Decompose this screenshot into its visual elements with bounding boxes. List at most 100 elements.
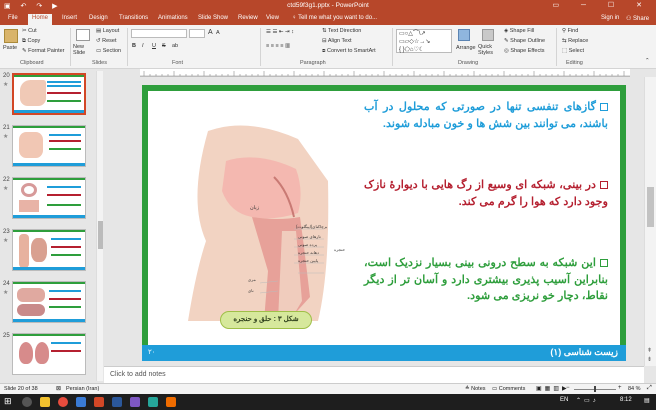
zoom-in-button[interactable]: + [618, 385, 622, 391]
thumbnail-slide-25[interactable] [12, 333, 86, 375]
shape-outline-button[interactable]: ✎ Shape Outline [504, 38, 545, 44]
copy-button[interactable]: ⧉ Copy [22, 38, 40, 45]
tab-home[interactable]: Home [28, 14, 53, 25]
thumbnail-slide-24[interactable] [12, 281, 86, 323]
thumbnail-slide-21[interactable] [12, 125, 86, 167]
tab-review[interactable]: Review [238, 15, 258, 21]
view-buttons[interactable]: ▣▦▥▶ [536, 385, 570, 392]
powerpoint-taskbar-icon[interactable] [94, 397, 104, 407]
tab-animations[interactable]: Animations [158, 15, 188, 21]
smartart-button[interactable]: ⧈ Convert to SmartArt [322, 48, 376, 55]
notes-placeholder: Click to add notes [110, 371, 166, 378]
thumbnail-number: 22 [3, 177, 10, 183]
select-button[interactable]: ⬚ Select [562, 48, 584, 54]
share-button[interactable]: ⚇ Share [626, 15, 649, 22]
cortana-icon[interactable] [22, 397, 32, 407]
window-controls[interactable]: ▭ ─ ☐ ✕ [552, 1, 652, 9]
thumbnail-slide-22[interactable] [12, 177, 86, 219]
section-icon: ▭ [96, 48, 103, 54]
font-grow-button[interactable]: A [208, 29, 213, 36]
reset-button[interactable]: ↺ Reset [96, 38, 117, 44]
notifications-icon[interactable]: ▤ [644, 397, 650, 404]
paste-button[interactable]: Paste [3, 45, 17, 51]
app-icon[interactable] [76, 397, 86, 407]
app-icon[interactable] [130, 397, 140, 407]
label-vocal-cords: تارهای صوتی [298, 234, 321, 239]
format-painter-button[interactable]: ✎ Format Painter [22, 48, 65, 54]
italic-button[interactable]: I [142, 43, 144, 49]
text-direction-button[interactable]: ⇅ Text Direction [322, 28, 361, 34]
tab-transitions[interactable]: Transitions [119, 15, 148, 21]
bullet-3[interactable]: این شبکه به سطح درونی بینی بسیار نزدیک ا… [364, 255, 608, 305]
arrange-icon[interactable] [458, 29, 470, 41]
quick-styles-button[interactable]: Quick Styles [478, 44, 500, 56]
comment-icon: ▭ [492, 386, 499, 392]
app-icon[interactable] [148, 397, 158, 407]
layout-button[interactable]: ▤ Layout [96, 28, 119, 34]
figure-caption: شکل ۳ : حلق و حنجره [220, 311, 312, 329]
sign-in-link[interactable]: Sign in [601, 15, 619, 21]
underline-button[interactable]: U [152, 43, 156, 49]
slide-canvas[interactable]: زبان برچاکنای(اپیگلوت) تارهای صوتی پرده … [142, 85, 626, 361]
font-shrink-button[interactable]: A [216, 30, 220, 36]
word-taskbar-icon[interactable] [112, 397, 122, 407]
font-size-box[interactable] [189, 29, 205, 38]
tab-file[interactable]: File [8, 15, 18, 21]
cut-button[interactable]: ✂ Cut [22, 28, 37, 34]
collapse-ribbon-icon[interactable]: ⌃ [645, 58, 650, 64]
font-name-box[interactable] [131, 29, 187, 38]
input-language[interactable]: EN [560, 397, 568, 403]
section-button[interactable]: ▭ Section [96, 48, 121, 54]
bullet-2[interactable]: در بینی، شبکه ای وسیع از رگ هایی با دیوا… [364, 177, 608, 210]
zoom-level[interactable]: 84 % [628, 386, 641, 392]
zoom-slider-thumb[interactable] [594, 386, 596, 392]
shapes-gallery[interactable]: ▭○△⌒\↗ ▭▱◇☆→↘{ }⬠⌂♡☾ [396, 29, 452, 53]
tab-insert[interactable]: Insert [62, 15, 77, 21]
checkbox-bullet-icon [600, 259, 608, 267]
spell-check-icon[interactable]: ⊠ [56, 385, 61, 392]
replace-button[interactable]: ⇆ Replace [562, 38, 588, 44]
thumbnail-slide-23[interactable] [12, 229, 86, 271]
tab-design[interactable]: Design [89, 15, 108, 21]
font-group-label: Font [172, 60, 184, 66]
shape-effects-button[interactable]: ◎ Shape Effects [504, 48, 544, 54]
tab-view[interactable]: View [266, 15, 279, 21]
comments-toggle[interactable]: ▭ Comments [492, 386, 525, 392]
drawing-group-label: Drawing [458, 60, 479, 66]
bold-button[interactable]: B [132, 43, 136, 49]
paste-icon[interactable] [4, 29, 18, 43]
new-slide-icon[interactable] [76, 29, 90, 41]
find-button[interactable]: ⚲ Find [562, 28, 578, 34]
prev-slide-icon[interactable]: ⇞ [647, 347, 652, 354]
horizontal-ruler [140, 69, 630, 77]
notes-pane[interactable]: Click to add notes [104, 366, 644, 383]
notes-toggle[interactable]: ≙ Notes [465, 386, 486, 392]
new-slide-button[interactable]: New Slide [73, 44, 97, 56]
quick-styles-icon[interactable] [482, 29, 494, 41]
bullet-1[interactable]: گازهای تنفسی تنها در صورتی که محلول در آ… [364, 99, 608, 132]
shape-fill-button[interactable]: ◈ Shape Fill [504, 28, 534, 34]
tray-icons[interactable]: ⌃▭♪ [576, 397, 599, 404]
thumbnail-slide-20[interactable] [12, 73, 86, 115]
bullets-button[interactable]: ☰ ☰ ⇤ ⇥ ↕ [266, 29, 294, 35]
shadow-button[interactable]: ab [172, 43, 178, 49]
windows-start-icon[interactable]: ⊞ [4, 396, 12, 407]
arrange-button[interactable]: Arrange [456, 45, 476, 51]
thumbnails-scrollbar[interactable] [96, 71, 103, 381]
language-indicator[interactable]: Persian (Iran) [66, 386, 99, 392]
tell-me-box[interactable]: ♀ Tell me what you want to do... [292, 15, 377, 21]
slide-scrollbar[interactable]: ⇞ ⇟ [644, 77, 656, 366]
align-text-button[interactable]: ⊟ Align Text [322, 38, 352, 44]
clock[interactable]: 8:12 [620, 397, 632, 403]
chrome-icon[interactable] [58, 397, 68, 407]
label-larynx: حنجره [334, 247, 345, 252]
app-icon[interactable] [166, 397, 176, 407]
align-buttons[interactable]: ≡ ≡ ≡ ≡ ▥ [266, 43, 290, 49]
next-slide-icon[interactable]: ⇟ [647, 356, 652, 363]
zoom-out-button[interactable]: − [566, 385, 570, 391]
fit-slide-icon[interactable]: ⤢ [647, 385, 652, 392]
strikethrough-button[interactable]: S [162, 43, 166, 49]
thumbnail-number: 21 [3, 125, 10, 131]
file-explorer-icon[interactable] [40, 397, 50, 407]
tab-slide-show[interactable]: Slide Show [198, 15, 228, 21]
